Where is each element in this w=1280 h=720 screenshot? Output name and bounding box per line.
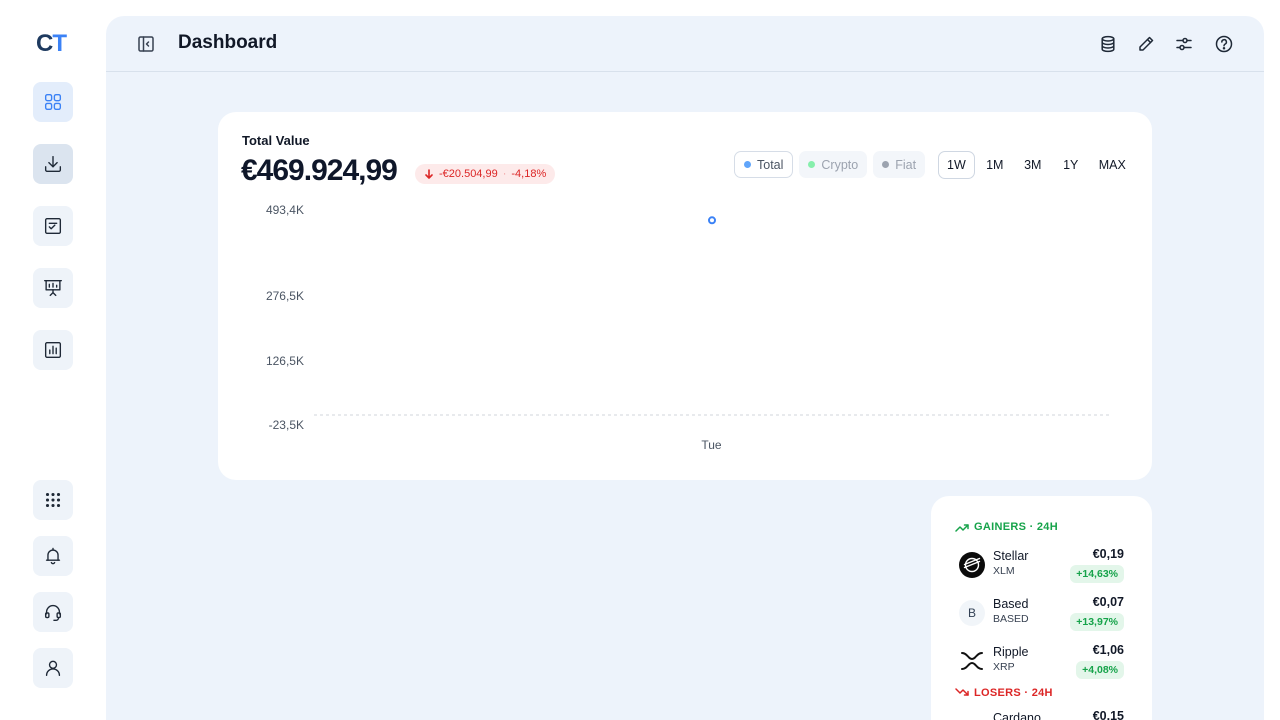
coin-change-badge: +13,97% <box>1070 613 1124 631</box>
collapse-sidebar-button[interactable] <box>136 34 156 54</box>
coin-symbol: XRP <box>993 661 1015 673</box>
headset-icon <box>44 604 62 621</box>
x-tick-label: Tue <box>701 438 722 452</box>
help-circle-icon <box>1215 35 1233 53</box>
losers-heading: LOSERS · 24H <box>955 686 1053 700</box>
coin-symbol: BASED <box>993 613 1029 625</box>
coin-change-badge: +4,08% <box>1076 661 1124 679</box>
database-icon <box>1101 35 1115 53</box>
filters-button[interactable] <box>1174 34 1194 54</box>
edit-button[interactable] <box>1136 34 1156 54</box>
ripple-icon <box>959 648 985 674</box>
main-panel: Dashboard Total Value €469.924,99 -€20.5… <box>106 16 1264 720</box>
checklist-icon <box>44 217 62 235</box>
gainer-row-ripple[interactable]: Ripple XRP €1,06 +4,08% <box>959 643 1124 687</box>
sidebar-collapse-icon <box>138 36 154 52</box>
bell-icon <box>45 547 61 565</box>
coin-price: €1,06 <box>1092 643 1124 657</box>
dashboard-grid-icon <box>44 93 62 111</box>
gainers-heading: GAINERS · 24H <box>955 520 1058 534</box>
sidebar-item-import[interactable] <box>33 144 73 184</box>
coin-name: Cardano <box>993 711 1041 720</box>
sidebar-item-profile[interactable] <box>33 648 73 688</box>
presentation-icon <box>44 279 62 297</box>
sidebar-item-notifications[interactable] <box>33 536 73 576</box>
app-logo[interactable]: CT <box>36 30 67 58</box>
sidebar-item-reports[interactable] <box>33 330 73 370</box>
app-root: CT Dashboard Total Value €469.924,99 -€2… <box>0 0 1280 720</box>
portfolio-chart-card: Total Value €469.924,99 -€20.504,99 · -4… <box>218 112 1152 480</box>
coin-price: €0,07 <box>1092 595 1124 609</box>
stellar-icon <box>959 552 985 578</box>
portfolio-line-chart[interactable]: 493,4K 276,5K 126,5K -23,5K Tue <box>218 112 1152 480</box>
help-button[interactable] <box>1214 34 1234 54</box>
coin-price: €0,19 <box>1092 547 1124 561</box>
user-icon <box>45 660 61 677</box>
loser-row-cardano[interactable]: Cardano €0,15 <box>959 709 1124 720</box>
bar-report-icon <box>44 341 62 359</box>
trending-up-icon <box>955 524 969 532</box>
coin-symbol: XLM <box>993 565 1015 577</box>
page-title: Dashboard <box>178 32 278 53</box>
sidebar-item-dashboard[interactable] <box>33 82 73 122</box>
gainer-row-stellar[interactable]: Stellar XLM €0,19 +14,63% <box>959 547 1124 591</box>
top-header: Dashboard <box>106 16 1264 72</box>
coin-price: €0,15 <box>1092 709 1124 720</box>
pencil-icon <box>1139 36 1154 51</box>
database-button[interactable] <box>1098 34 1118 54</box>
y-tick-label: 493,4K <box>266 203 304 217</box>
sidebar-item-presentations[interactable] <box>33 268 73 308</box>
download-icon <box>44 155 62 173</box>
based-letter-icon: B <box>959 600 985 626</box>
y-tick-label: 276,5K <box>266 289 304 303</box>
coin-name: Ripple <box>993 645 1029 659</box>
coin-name: Based <box>993 597 1029 611</box>
data-point-total[interactable] <box>708 216 716 225</box>
sliders-icon <box>1176 37 1192 51</box>
sidebar-rail: CT <box>0 0 106 720</box>
sidebar-item-apps[interactable] <box>33 480 73 520</box>
coin-change-badge: +14,63% <box>1070 565 1124 583</box>
trending-down-icon <box>955 688 969 696</box>
coin-name: Stellar <box>993 549 1029 563</box>
top-movers-card: GAINERS · 24H Stellar XLM €0,19 +14,63% … <box>931 496 1152 720</box>
y-tick-label: 126,5K <box>266 354 304 368</box>
gainer-row-based[interactable]: B Based BASED €0,07 +13,97% <box>959 595 1124 639</box>
sidebar-item-support[interactable] <box>33 592 73 632</box>
sidebar-item-tasks[interactable] <box>33 206 73 246</box>
y-tick-label: -23,5K <box>269 418 304 432</box>
apps-grid-icon <box>45 492 61 508</box>
